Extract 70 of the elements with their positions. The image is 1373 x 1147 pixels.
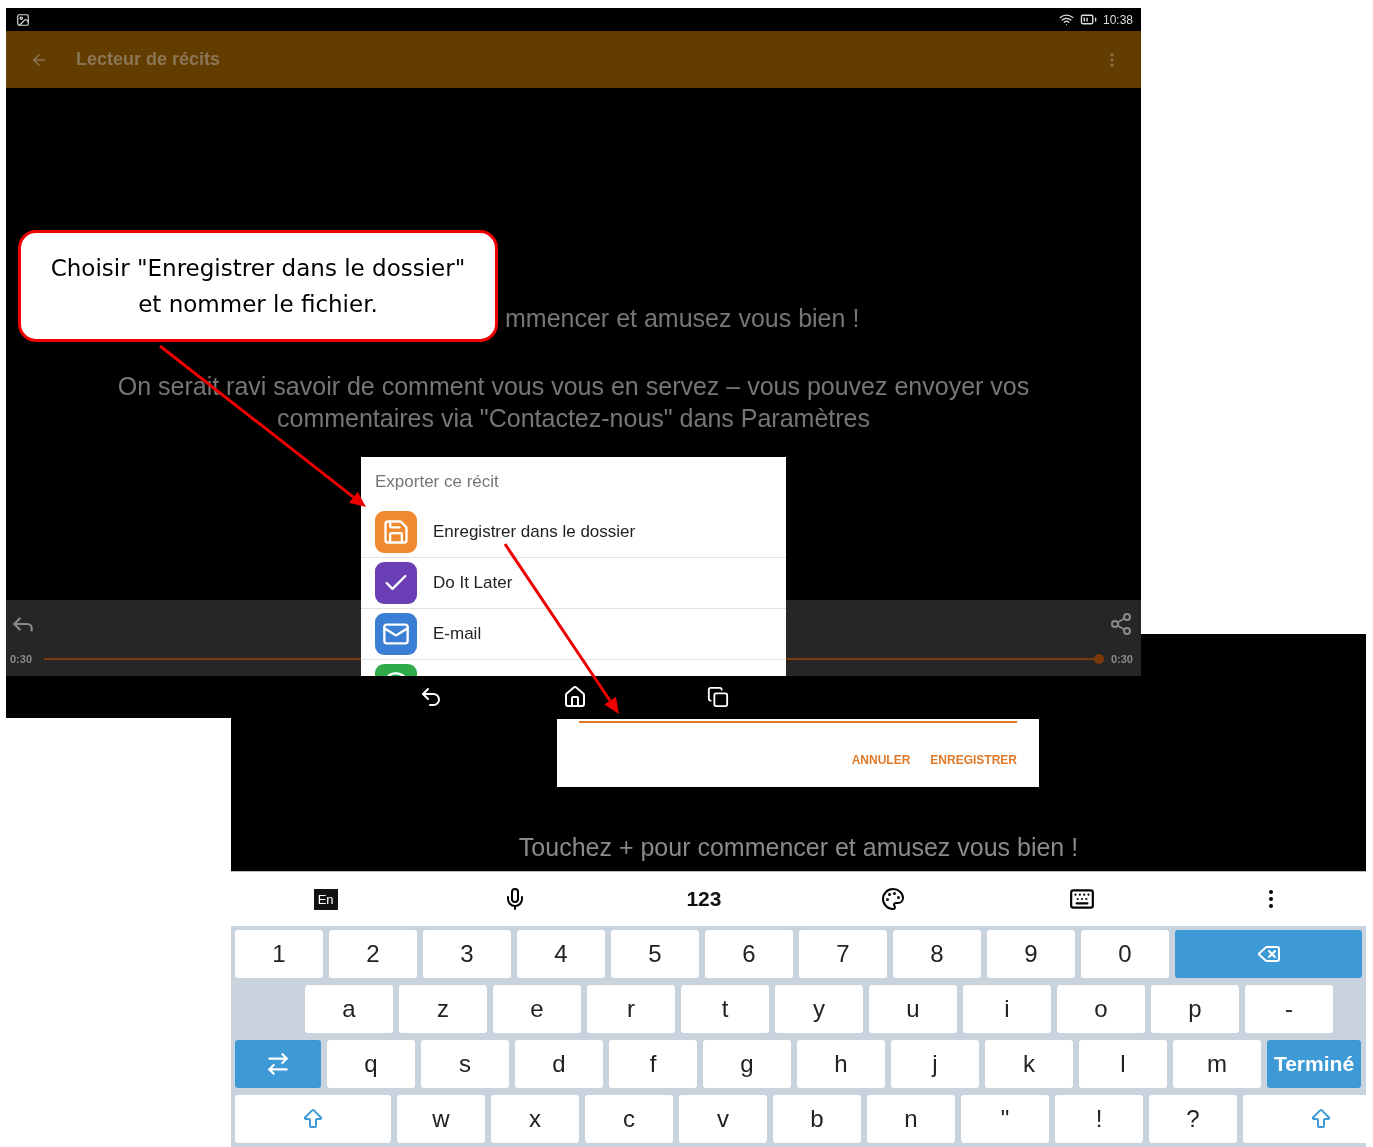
key[interactable]: b (773, 1095, 861, 1143)
hint-text: mmencer et amusez vous bien ! (505, 304, 860, 333)
checkmark-icon (375, 562, 417, 604)
key[interactable]: 2 (329, 930, 417, 978)
key[interactable]: h (797, 1040, 885, 1088)
key[interactable]: w (397, 1095, 485, 1143)
key[interactable]: 5 (611, 930, 699, 978)
recent-apps-button[interactable] (706, 686, 729, 708)
key[interactable]: q (327, 1040, 415, 1088)
envelope-icon (375, 613, 417, 655)
share-option[interactable]: Do It Later (361, 558, 786, 609)
key[interactable]: 1 (235, 930, 323, 978)
key[interactable]: n (867, 1095, 955, 1143)
key[interactable]: r (587, 985, 675, 1033)
shift-arrow-icon (1309, 1107, 1333, 1131)
key[interactable]: v (679, 1095, 767, 1143)
numbers-key[interactable]: 123 (686, 887, 722, 911)
app-title: Lecteur de récits (76, 49, 221, 70)
key[interactable]: z (399, 985, 487, 1033)
key[interactable]: 9 (987, 930, 1075, 978)
key[interactable]: x (491, 1095, 579, 1143)
key[interactable]: 3 (423, 930, 511, 978)
key[interactable]: - (1245, 985, 1333, 1033)
key[interactable]: 4 (517, 930, 605, 978)
key[interactable]: a (305, 985, 393, 1033)
swap-arrows-icon (265, 1051, 291, 1077)
key[interactable]: f (609, 1040, 697, 1088)
gallery-icon (16, 12, 30, 27)
language-key[interactable]: En (313, 888, 338, 910)
key[interactable]: ? (1149, 1095, 1237, 1143)
key[interactable]: " (961, 1095, 1049, 1143)
key[interactable]: 6 (705, 930, 793, 978)
switch-key[interactable] (235, 1040, 321, 1088)
callout-text: Choisir "Enregistrer dans le dossier" et nommer le fichier. (18, 230, 498, 342)
key[interactable]: c (585, 1095, 673, 1143)
key[interactable]: d (515, 1040, 603, 1088)
slider-thumb[interactable] (1093, 654, 1104, 664)
share-icon[interactable] (1109, 612, 1133, 636)
total-time: 0:30 (1110, 653, 1133, 665)
key[interactable]: m (1173, 1040, 1261, 1088)
keyboard-icon[interactable] (1069, 886, 1096, 912)
key[interactable]: 7 (799, 930, 887, 978)
wifi-icon (1058, 12, 1074, 27)
key[interactable]: ! (1055, 1095, 1143, 1143)
shift-arrow-icon (301, 1107, 325, 1131)
home-button[interactable] (562, 685, 587, 709)
option-label: E-mail (433, 624, 482, 644)
key[interactable]: i (963, 985, 1051, 1033)
share-option[interactable]: Enregistrer dans le dossier (361, 507, 786, 558)
key[interactable]: y (775, 985, 863, 1033)
key[interactable]: l (1079, 1040, 1167, 1088)
option-label: Do It Later (433, 573, 513, 593)
key[interactable]: 8 (893, 930, 981, 978)
key[interactable]: g (703, 1040, 791, 1088)
key[interactable]: 0 (1081, 930, 1169, 978)
key[interactable]: j (891, 1040, 979, 1088)
key[interactable]: e (493, 985, 581, 1033)
option-label: Enregistrer dans le dossier (433, 522, 636, 542)
key[interactable]: s (421, 1040, 509, 1088)
key[interactable]: p (1151, 985, 1239, 1033)
key[interactable]: u (869, 985, 957, 1033)
key[interactable]: o (1057, 985, 1145, 1033)
hint-text: Touchez + pour commencer et amusez vous bien ! (518, 833, 1079, 862)
share-option[interactable]: E-mail (361, 609, 786, 660)
dialog-title: Exporter ce récit (375, 472, 499, 492)
key[interactable]: t (681, 985, 769, 1033)
palette-icon[interactable] (881, 887, 906, 911)
clock-time: 10:38 (1102, 12, 1133, 27)
key[interactable]: k (985, 1040, 1073, 1088)
elapsed-time: 0:30 (10, 653, 33, 665)
